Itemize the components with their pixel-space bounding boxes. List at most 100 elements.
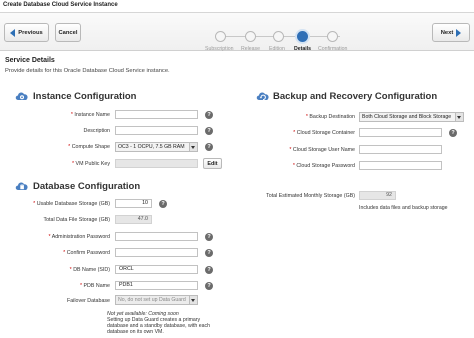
- instance-name-label: * Instance Name: [71, 112, 110, 118]
- help-icon[interactable]: ?: [205, 126, 213, 135]
- total-storage-value: 47.0: [115, 215, 152, 224]
- db-name-text: DB Name (SID): [73, 267, 110, 273]
- cloud-user-label: * Cloud Storage User Name: [289, 147, 355, 153]
- admin-password-input[interactable]: [115, 232, 198, 241]
- required-marker: *: [289, 147, 292, 153]
- admin-password-label: * Administration Password: [48, 234, 110, 240]
- step-label-edition: Edition: [269, 46, 285, 52]
- failover-value: No, do not set up Data Guard: [118, 297, 186, 303]
- cancel-button[interactable]: Cancel: [55, 23, 81, 42]
- help-icon[interactable]: ?: [205, 281, 213, 290]
- required-marker: *: [305, 114, 308, 120]
- step-dot-details: [295, 29, 310, 44]
- next-button[interactable]: Next: [432, 23, 470, 42]
- failover-note-line: database on its own VM.: [107, 329, 164, 335]
- step-label-subscription: Subscription: [205, 46, 234, 52]
- required-marker: *: [70, 112, 73, 118]
- step-label-confirmation: Confirmation: [318, 46, 348, 52]
- instance-name-text: Instance Name: [74, 112, 110, 118]
- next-label: Next: [440, 29, 454, 36]
- required-marker: *: [293, 130, 296, 136]
- cloud-password-text: Cloud Storage Password: [296, 163, 355, 169]
- cloud-gear-icon: [15, 92, 28, 100]
- chevron-down-icon: [455, 113, 463, 121]
- description-input[interactable]: [115, 126, 198, 135]
- cloud-password-label: * Cloud Storage Password: [293, 163, 355, 169]
- cloud-user-text: Cloud Storage User Name: [292, 147, 355, 153]
- db-storage-input[interactable]: 10: [115, 199, 152, 208]
- instance-name-input[interactable]: [115, 110, 198, 119]
- vm-public-key-text: VM Public Key: [75, 161, 110, 167]
- total-monthly-storage-label: Total Estimated Monthly Storage (GB): [266, 193, 355, 199]
- admin-password-text: Administration Password: [51, 234, 110, 240]
- pdb-name-input[interactable]: PDB1: [115, 281, 198, 290]
- pdb-name-text: PDB Name: [83, 283, 111, 289]
- backup-destination-text: Backup Destination: [309, 114, 355, 120]
- confirm-password-label: * Confirm Password: [63, 250, 110, 256]
- required-marker: *: [72, 161, 75, 167]
- backup-config-title: Backup and Recovery Configuration: [273, 91, 438, 102]
- step-label-details: Details: [294, 46, 312, 52]
- section-description: Provide details for this Oracle Database…: [5, 68, 170, 74]
- step-dot-release: [245, 31, 256, 42]
- required-marker: *: [292, 163, 295, 169]
- required-marker: *: [79, 283, 83, 289]
- chevron-down-icon: [189, 296, 197, 304]
- wizard-bar: Previous Cancel Subscription Release Edi…: [0, 13, 474, 52]
- required-marker: *: [68, 144, 71, 150]
- previous-label: Previous: [18, 29, 43, 36]
- help-icon[interactable]: ?: [205, 110, 213, 119]
- cloud-database-icon: [15, 182, 28, 190]
- section-heading: Service Details: [5, 57, 55, 64]
- total-monthly-storage-value: 92: [359, 191, 396, 200]
- backup-destination-label: * Backup Destination: [306, 114, 355, 120]
- required-marker: *: [48, 234, 51, 240]
- cloud-user-input[interactable]: [359, 145, 442, 154]
- arrow-left-icon: [10, 28, 16, 37]
- compute-shape-value: OC3 - 1 OCPU, 7.5 GB RAM: [118, 144, 185, 150]
- vm-public-key-label: * VM Public Key: [72, 161, 110, 167]
- help-icon[interactable]: ?: [449, 128, 457, 137]
- compute-shape-text: Compute Shape: [71, 144, 110, 150]
- compute-shape-select[interactable]: OC3 - 1 OCPU, 7.5 GB RAM: [115, 142, 198, 152]
- cloud-container-input[interactable]: [359, 128, 442, 137]
- step-dot-confirmation: [327, 31, 338, 42]
- backup-destination-select[interactable]: Both Cloud Storage and Block Storage: [359, 112, 464, 122]
- cloud-password-input[interactable]: [359, 161, 442, 170]
- help-icon[interactable]: ?: [205, 248, 213, 257]
- help-icon[interactable]: ?: [205, 232, 213, 241]
- help-icon[interactable]: ?: [205, 143, 213, 151]
- vm-public-key-input[interactable]: [115, 159, 198, 168]
- required-marker: *: [33, 201, 36, 207]
- edit-button[interactable]: Edit: [203, 158, 222, 169]
- description-label: Description: [83, 128, 111, 134]
- cloud-refresh-icon: [256, 92, 269, 100]
- arrow-right-icon: [456, 28, 462, 37]
- instance-config-title: Instance Configuration: [33, 91, 137, 102]
- confirm-password-input[interactable]: [115, 248, 198, 257]
- cloud-container-label: * Cloud Storage Container: [293, 130, 355, 136]
- cloud-container-text: Cloud Storage Container: [296, 130, 355, 136]
- database-config-title: Database Configuration: [33, 181, 141, 192]
- db-storage-label: * Usable Database Storage (GB): [33, 201, 110, 207]
- db-storage-text: Usable Database Storage (GB): [36, 201, 110, 207]
- help-icon[interactable]: ?: [205, 265, 213, 274]
- total-monthly-storage-note: Includes data files and backup storage: [359, 205, 448, 211]
- step-dot-subscription: [215, 31, 226, 42]
- required-marker: *: [63, 250, 66, 256]
- help-icon[interactable]: ?: [159, 199, 167, 208]
- chevron-down-icon: [189, 143, 197, 151]
- previous-button[interactable]: Previous: [4, 23, 49, 42]
- compute-shape-label: * Compute Shape: [68, 144, 110, 150]
- page-title: Create Database Cloud Service Instance: [3, 2, 118, 8]
- step-dot-edition: [273, 31, 284, 42]
- total-storage-label: Total Data File Storage (GB): [43, 217, 110, 223]
- db-name-input[interactable]: ORCL: [115, 265, 198, 274]
- required-marker: *: [69, 267, 72, 273]
- step-label-release: Release: [241, 46, 261, 52]
- backup-destination-value: Both Cloud Storage and Block Storage: [362, 114, 452, 120]
- confirm-password-text: Confirm Password: [66, 250, 110, 256]
- failover-select[interactable]: No, do not set up Data Guard: [115, 295, 198, 305]
- pdb-name-label: * PDB Name: [80, 283, 110, 289]
- failover-label: Failover Database: [67, 298, 110, 304]
